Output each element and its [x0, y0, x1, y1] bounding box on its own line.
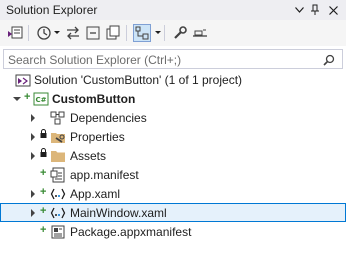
pin-icon[interactable] [306, 1, 324, 19]
preview-icon[interactable] [191, 24, 209, 42]
filter-dropdown-caret[interactable] [155, 31, 161, 34]
solution-label: Solution 'CustomButton' (1 of 1 project) [34, 73, 243, 87]
toolbar [0, 20, 346, 46]
search-icon[interactable] [320, 53, 338, 67]
expanded-chevron-icon[interactable] [13, 97, 21, 101]
collapsed-chevron-icon[interactable] [31, 114, 35, 122]
collapsed-chevron-icon[interactable] [31, 209, 35, 217]
xaml-icon [50, 205, 66, 221]
csharp-project-icon: C# [33, 91, 49, 107]
added-plus-icon: + [40, 205, 47, 217]
added-plus-icon: + [40, 186, 47, 198]
tree-item-assets[interactable]: Assets [0, 146, 346, 165]
lock-icon [40, 129, 47, 142]
toolbar-separator [126, 25, 127, 41]
project-label: CustomButton [52, 92, 136, 106]
manifest-icon [50, 167, 66, 183]
item-label: Dependencies [70, 111, 147, 125]
tree-item-app-manifest[interactable]: + app.manifest [0, 165, 346, 184]
show-all-files-icon[interactable] [104, 24, 122, 42]
search-box[interactable]: Search Solution Explorer (Ctrl+;) [3, 49, 343, 69]
collapsed-chevron-icon[interactable] [31, 152, 35, 160]
tree-item-project[interactable]: + C# CustomButton [0, 89, 346, 108]
collapsed-chevron-icon[interactable] [31, 133, 35, 141]
item-label: App.xaml [70, 187, 121, 201]
item-label: app.manifest [70, 168, 139, 182]
tree-item-properties[interactable]: Properties [0, 127, 346, 146]
tree-item-solution[interactable]: Solution 'CustomButton' (1 of 1 project) [0, 70, 346, 89]
item-label: Assets [70, 149, 107, 163]
properties-wrench-icon[interactable] [171, 24, 189, 42]
item-label: MainWindow.xaml [70, 206, 167, 220]
item-label: Properties [70, 130, 125, 144]
sync-icon[interactable] [64, 24, 82, 42]
tree-item-package-appxmanifest[interactable]: + Package.appxmanifest [0, 222, 346, 241]
panel-title: Solution Explorer [6, 3, 98, 17]
vs-switch-views-icon[interactable] [6, 24, 24, 42]
solution-icon [15, 72, 31, 88]
search-input[interactable]: Search Solution Explorer (Ctrl+;) [8, 53, 181, 67]
toolbar-separator [164, 25, 165, 41]
folder-icon [50, 148, 66, 164]
lock-icon [40, 148, 47, 161]
toolbar-separator [28, 25, 29, 41]
properties-folder-icon [50, 129, 66, 145]
dependencies-icon [50, 110, 66, 126]
added-plus-icon: + [24, 91, 31, 103]
added-plus-icon: + [40, 167, 47, 179]
collapsed-chevron-icon[interactable] [31, 190, 35, 198]
history-icon[interactable] [35, 24, 53, 42]
xaml-icon [50, 186, 66, 202]
item-label: Package.appxmanifest [70, 225, 192, 239]
added-plus-icon: + [40, 224, 47, 236]
tree-item-app-xaml[interactable]: + App.xaml [0, 184, 346, 203]
tree-item-dependencies[interactable]: Dependencies [0, 108, 346, 127]
collapse-all-icon[interactable] [84, 24, 102, 42]
sync-active-document-icon[interactable] [133, 24, 151, 42]
tree-item-mainwindow-xaml[interactable]: + MainWindow.xaml [0, 203, 346, 222]
title-bar: Solution Explorer [0, 0, 346, 20]
close-icon[interactable] [324, 1, 342, 19]
svg-text:C#: C# [36, 96, 47, 104]
history-dropdown-caret[interactable] [54, 31, 60, 34]
appx-manifest-icon [50, 224, 66, 240]
